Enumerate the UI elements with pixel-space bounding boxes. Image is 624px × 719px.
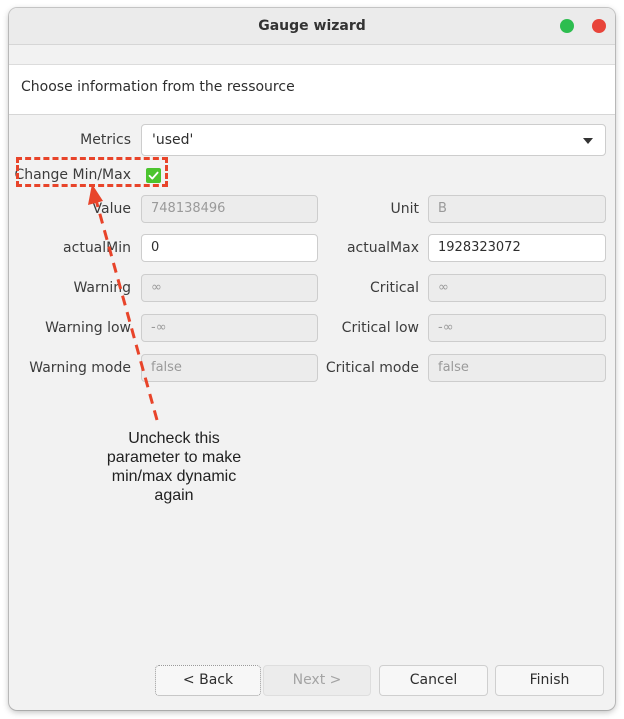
arrowhead-icon — [88, 184, 103, 205]
annotation-text: Uncheck this parameter to make min/max d… — [106, 430, 242, 504]
back-button[interactable]: < Back — [155, 665, 261, 696]
gauge-wizard-window: Gauge wizard Choose information from the… — [9, 8, 615, 710]
cancel-button[interactable]: Cancel — [379, 665, 488, 696]
finish-button[interactable]: Finish — [495, 665, 604, 696]
annotation-arrow — [88, 184, 159, 421]
next-button[interactable]: Next > — [263, 665, 371, 696]
